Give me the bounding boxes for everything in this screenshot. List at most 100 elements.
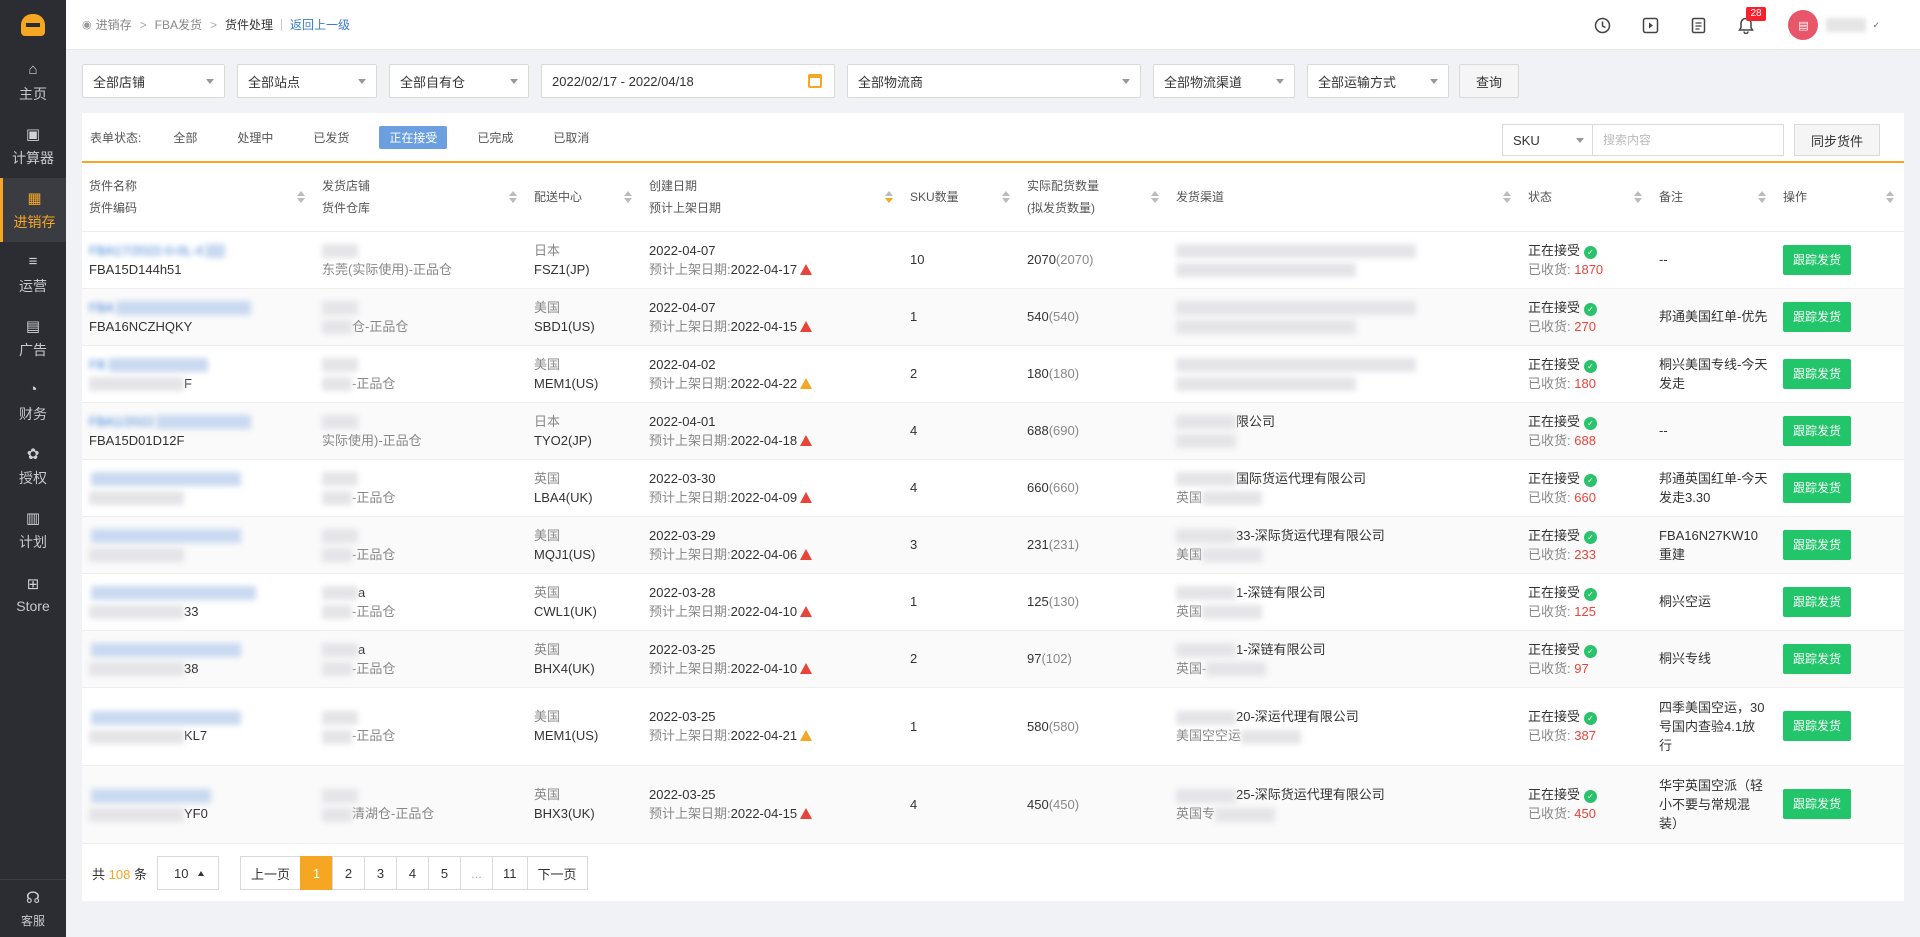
table-row[interactable]: -正品仓 美国 MQJ1(US) 2022-03-29 预计上架日期:2022-04-0…: [82, 516, 1904, 574]
sort-icon[interactable]: [624, 191, 632, 203]
shipment-name-link[interactable]: [89, 583, 315, 602]
shipment-name-link[interactable]: FBA: [89, 298, 315, 317]
chevron-down-icon[interactable]: ✓: [1872, 20, 1880, 31]
shop-name-wrap: a: [322, 583, 527, 602]
search-type-select[interactable]: SKU: [1501, 124, 1592, 156]
notification-bell-icon[interactable]: 28: [1736, 7, 1766, 35]
status-tab-5[interactable]: 已取消: [543, 126, 599, 149]
shop-select[interactable]: 全部店铺: [82, 64, 225, 98]
shipment-name-link[interactable]: FBA1/2022: [89, 412, 315, 431]
shipment-name-link[interactable]: [89, 707, 315, 726]
carrier-select[interactable]: 全部物流商: [847, 64, 1141, 98]
track-shipment-button[interactable]: 跟踪发货: [1783, 358, 1852, 389]
table-row[interactable]: FBA1/2022 FBA15D01D12F 实际使用)-正品仓 日本 TYO2(JP)…: [82, 402, 1904, 460]
col-shipment-name[interactable]: 货件名称 货件编码: [82, 163, 315, 232]
sort-icon[interactable]: [1886, 191, 1894, 203]
track-shipment-button[interactable]: 跟踪发货: [1783, 472, 1852, 503]
sort-icon[interactable]: [509, 191, 517, 203]
col-operation[interactable]: 操作: [1776, 163, 1904, 232]
sort-icon[interactable]: [1503, 191, 1511, 203]
track-shipment-button[interactable]: 跟踪发货: [1783, 711, 1852, 741]
status-tab-1[interactable]: 处理中: [227, 126, 283, 149]
page-button-2[interactable]: 2: [332, 856, 365, 890]
history-icon[interactable]: [1592, 15, 1612, 35]
table-row[interactable]: YF0 清湖仓-正品仓 英国 BHX3(UK) 2022-03-25 预计上架日期:202…: [82, 765, 1904, 844]
page-button-11[interactable]: 11: [492, 856, 528, 890]
page-button-1[interactable]: 1: [300, 856, 333, 890]
status-tab-2[interactable]: 已发货: [303, 126, 359, 149]
track-shipment-button[interactable]: 跟踪发货: [1783, 789, 1852, 819]
shipment-name-link[interactable]: [89, 526, 315, 545]
track-shipment-button[interactable]: 跟踪发货: [1783, 415, 1852, 446]
cell-quantity: 231(231): [1020, 516, 1169, 574]
sidebar-item-inventory[interactable]: ▦ 进销存: [0, 178, 66, 242]
sidebar-item-finance[interactable]: ◔ 财务: [0, 370, 66, 434]
page-button-5[interactable]: 5: [428, 856, 461, 890]
prev-page-button[interactable]: 上一页: [239, 856, 301, 890]
table-row[interactable]: KL7 -正品仓 美国 MEM1(US) 2022-03-25 预计上架日期:2022-0…: [82, 687, 1904, 766]
track-shipment-button[interactable]: 跟踪发货: [1783, 643, 1852, 674]
sidebar-item-operations[interactable]: ≡ 运营: [0, 242, 66, 306]
received-prefix: 已收货:: [1528, 728, 1571, 743]
search-input[interactable]: [1591, 124, 1784, 156]
status-tab-0[interactable]: 全部: [163, 126, 207, 149]
breadcrumb-item-fba[interactable]: FBA发货: [155, 16, 202, 33]
col-quantity[interactable]: 实际配货数量 (拟发货数量): [1020, 163, 1169, 232]
table-row[interactable]: 38 a -正品仓 英国 BHX4(UK) 2022-03-25 预计上架日期:2022-0…: [82, 630, 1904, 688]
sidebar-item-authorize[interactable]: ✿ 授权: [0, 434, 66, 498]
sidebar-item-store[interactable]: ⊞ Store: [0, 562, 66, 626]
page-button-4[interactable]: 4: [396, 856, 429, 890]
col-status[interactable]: 状态: [1521, 163, 1652, 232]
query-button[interactable]: 查询: [1459, 64, 1520, 98]
sidebar-item-home[interactable]: ⌂ 主页: [0, 50, 66, 114]
channel-select[interactable]: 全部物流渠道: [1153, 64, 1295, 98]
track-shipment-button[interactable]: 跟踪发货: [1783, 586, 1852, 617]
page-button-3[interactable]: 3: [364, 856, 397, 890]
track-shipment-button[interactable]: 跟踪发货: [1783, 301, 1852, 332]
sidebar-item-plan[interactable]: ▥ 计划: [0, 498, 66, 562]
col-created-date[interactable]: 创建日期 预计上架日期: [642, 163, 903, 232]
customer-service-button[interactable]: ☊ 客服: [0, 879, 66, 937]
video-icon[interactable]: [1640, 15, 1660, 35]
track-shipment-button[interactable]: 跟踪发货: [1783, 529, 1852, 560]
channel-name: 20-深运代理有限公司: [1236, 709, 1359, 724]
transport-select[interactable]: 全部运输方式: [1307, 64, 1449, 98]
page-size-select[interactable]: 10: [156, 856, 219, 890]
col-note[interactable]: 备注: [1652, 163, 1776, 232]
shipment-name-link[interactable]: FBA17/2022-0-0L-4: [89, 241, 315, 260]
table-row[interactable]: -正品仓 英国 LBA4(UK) 2022-03-30 预计上架日期:2022-04-0…: [82, 459, 1904, 517]
app-logo[interactable]: [0, 0, 66, 50]
warehouse-select[interactable]: 全部自有仓: [389, 64, 529, 98]
table-row[interactable]: FBA17/2022-0-0L-4 FBA15D144h51 东莞(实际使用)-正品…: [82, 231, 1904, 289]
document-icon[interactable]: [1688, 15, 1708, 35]
col-shop[interactable]: 发货店铺 货件仓库: [315, 163, 527, 232]
sidebar-item-ads[interactable]: ▤ 广告: [0, 306, 66, 370]
col-fulfillment-center[interactable]: 配送中心: [527, 163, 642, 232]
sidebar-item-calculator[interactable]: ▣ 计算器: [0, 114, 66, 178]
back-link[interactable]: 返回上一级: [290, 16, 350, 33]
track-shipment-button[interactable]: 跟踪发货: [1783, 244, 1852, 275]
user-avatar[interactable]: ▤: [1788, 10, 1819, 40]
sort-icon[interactable]: [1002, 191, 1010, 203]
shipment-name-link[interactable]: [89, 640, 315, 659]
status-tab-3[interactable]: 正在接受: [379, 125, 448, 149]
status-tab-4[interactable]: 已完成: [467, 126, 523, 149]
sort-icon[interactable]: [1758, 191, 1766, 203]
site-select[interactable]: 全部站点: [237, 64, 377, 98]
shipment-name-link[interactable]: [89, 469, 315, 488]
table-row[interactable]: 33 a -正品仓 英国 CWL1(UK) 2022-03-28 预计上架日期:2022-0…: [82, 573, 1904, 631]
table-row[interactable]: FBA FBA16NCZHQKY 仓-正品仓 美国 SBD1(US) 2022-04-07…: [82, 288, 1904, 346]
col-channel[interactable]: 发货渠道: [1169, 163, 1521, 232]
sync-shipment-button[interactable]: 同步货件: [1793, 124, 1880, 156]
next-page-button[interactable]: 下一页: [526, 856, 588, 890]
date-range-picker[interactable]: 2022/02/17 - 2022/04/18: [541, 64, 835, 98]
sort-icon[interactable]: [1151, 191, 1159, 203]
shipment-name-link[interactable]: [89, 785, 315, 804]
table-row[interactable]: FB F -正品仓 美国 MEM1(US) 2022-04-02 预计上架日期:2022-0…: [82, 345, 1904, 403]
shipment-name-link[interactable]: FB: [89, 355, 315, 374]
col-sku-count[interactable]: SKU数量: [903, 163, 1020, 232]
sort-icon[interactable]: [1634, 191, 1642, 203]
sort-desc-icon[interactable]: [885, 191, 893, 203]
breadcrumb-item-inventory[interactable]: 进销存: [96, 16, 132, 33]
sort-icon[interactable]: [297, 191, 305, 203]
